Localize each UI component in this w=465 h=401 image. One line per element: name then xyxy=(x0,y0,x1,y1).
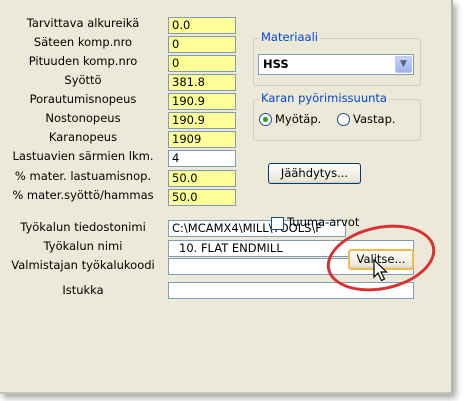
parameter-label: Säteen komp.nro xyxy=(33,35,133,49)
chevron-down-icon[interactable]: ▼ xyxy=(395,56,412,73)
manufacturer-code-label: Valmistajan työkalukoodi xyxy=(11,258,155,272)
parameter-field[interactable]: 0.0 xyxy=(168,17,236,34)
parameter-field[interactable]: 0 xyxy=(168,55,236,72)
parameter-label: Syöttö xyxy=(64,73,102,87)
parameter-field[interactable]: 381.8 xyxy=(168,74,236,91)
inch-values-label[interactable]: Tuuma-arvot xyxy=(287,214,359,230)
parameter-field[interactable]: 4 xyxy=(168,150,236,167)
coolant-button[interactable]: Jäähdytys... xyxy=(268,163,361,184)
parameter-label: Nostonopeus xyxy=(45,111,121,125)
parameter-label: Pituuden komp.nro xyxy=(28,54,138,68)
holder-label: Istukka xyxy=(62,283,104,297)
parameter-field[interactable]: 190.9 xyxy=(168,93,236,110)
inch-values-checkbox[interactable] xyxy=(271,217,284,230)
tool-name-label: Työkalun nimi xyxy=(43,239,123,253)
parameter-field[interactable]: 50.0 xyxy=(168,170,236,187)
spindle-option-label-1[interactable]: Vastap. xyxy=(353,111,396,127)
spindle-direction-legend: Karan pyörimissuunta xyxy=(259,91,389,105)
material-legend: Materiaali xyxy=(259,30,320,44)
parameter-field[interactable]: 190.9 xyxy=(168,112,236,129)
material-select[interactable]: HSS ▼ xyxy=(258,54,414,75)
spindle-option-radio-0[interactable] xyxy=(259,113,272,126)
parameter-field[interactable]: 0 xyxy=(168,36,236,53)
mouse-pointer-icon xyxy=(373,259,388,282)
tool-file-label: Työkalun tiedostonimi xyxy=(20,220,146,234)
parameter-field[interactable]: 1909 xyxy=(168,131,236,148)
parameter-field[interactable]: 50.0 xyxy=(168,189,236,206)
material-selected-value: HSS xyxy=(263,57,289,71)
parameter-label: Lastuavien särmien lkm. xyxy=(12,149,154,163)
radio-selected-dot xyxy=(263,117,268,122)
parameter-label: Porautumisnopeus xyxy=(29,92,137,106)
parameter-label: Tarvittava alkureikä xyxy=(26,16,140,30)
spindle-option-label-0[interactable]: Myötäp. xyxy=(275,111,321,127)
parameter-label: Karanopeus xyxy=(48,130,118,144)
parameter-label: % mater. lastuamisnop. xyxy=(14,169,152,183)
tool-parameters-panel: Tarvittava alkureikä 0.0 Säteen komp.nro 0 P… xyxy=(0,0,453,394)
parameter-label: % mater.syöttö/hammas xyxy=(12,188,154,202)
spindle-option-radio-1[interactable] xyxy=(337,113,350,126)
